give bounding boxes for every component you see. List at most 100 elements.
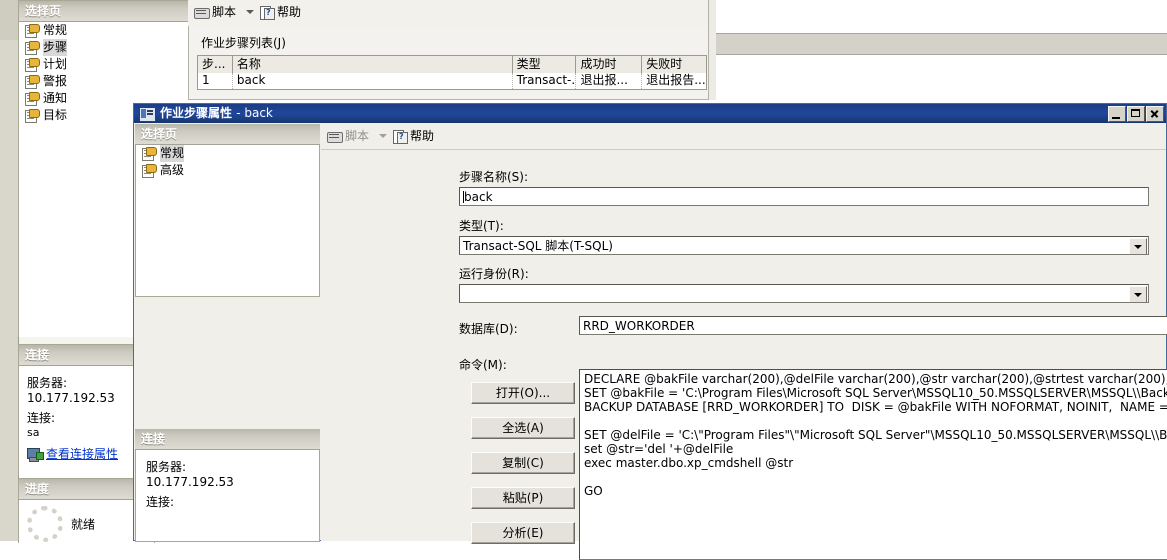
page-icon xyxy=(142,147,157,161)
type-value: Transact-SQL 脚本(T-SQL) xyxy=(463,239,613,253)
script-icon xyxy=(327,130,343,143)
command-value: DECLARE @bakFile varchar(200),@delFile v… xyxy=(584,372,1167,498)
dialog-title-sub: - back xyxy=(236,106,273,120)
column-header-type[interactable]: 类型 xyxy=(513,56,577,73)
maximize-button[interactable] xyxy=(1127,106,1145,122)
close-button[interactable] xyxy=(1146,106,1164,122)
progress-status: 就绪 xyxy=(71,517,96,532)
cell-step: 1 xyxy=(198,73,233,89)
run-as-field-group: 运行身份(R): xyxy=(459,265,1149,303)
minimize-button[interactable] xyxy=(1108,106,1126,122)
dialog-selection-page-panel: 选择页 常规 高级 xyxy=(135,124,320,297)
run-as-label: 运行身份(R): xyxy=(459,267,529,281)
steps-grid[interactable]: 步... 名称 类型 成功时 失败时 1 back Transact-... 退… xyxy=(197,55,707,90)
column-header-step[interactable]: 步... xyxy=(198,56,233,73)
column-header-on-success[interactable]: 成功时 xyxy=(576,56,643,73)
type-combobox[interactable]: Transact-SQL 脚本(T-SQL) xyxy=(459,236,1149,255)
page-icon xyxy=(25,41,40,55)
open-button[interactable]: 打开(O)... xyxy=(471,382,575,404)
command-buttons: 打开(O)... 全选(A) 复制(C) 粘贴(P) 分析(E) xyxy=(471,382,575,544)
dialog-toolbar: 脚本 ? 帮助 xyxy=(321,124,1167,152)
sidebar-item-alerts[interactable]: 警报 xyxy=(19,73,204,90)
background-right-blank xyxy=(716,0,1167,100)
cell-on-success: 退出报... xyxy=(576,73,643,89)
dialog-script-button[interactable]: 脚本 xyxy=(327,127,369,144)
steps-grid-header: 步... 名称 类型 成功时 失败时 xyxy=(198,56,706,73)
run-as-combobox[interactable] xyxy=(459,284,1149,303)
job-step-properties-dialog: 作业步骤属性 - back 选择页 常规 高级 连接 服务器: 10.177.1… xyxy=(133,103,1167,560)
background-help-label: 帮助 xyxy=(277,5,302,19)
sidebar-item-label: 通知 xyxy=(43,91,68,105)
job-step-properties-icon xyxy=(139,107,156,122)
view-connection-properties-label: 查看连接属性 xyxy=(46,447,119,461)
cell-type: Transact-... xyxy=(513,73,577,89)
background-toolbar: 脚本? 帮助 xyxy=(188,0,716,29)
connection-properties-icon xyxy=(27,448,44,462)
type-field-group: 类型(T): Transact-SQL 脚本(T-SQL) xyxy=(459,217,1149,255)
progress-spinner-icon xyxy=(27,506,63,542)
dialog-connection-header: 连接 xyxy=(135,429,320,450)
page-icon xyxy=(25,58,40,72)
script-icon xyxy=(194,6,210,19)
step-name-input[interactable]: back xyxy=(459,187,1149,206)
dialog-title: 作业步骤属性 - back xyxy=(160,104,273,123)
chevron-down-icon[interactable] xyxy=(379,133,388,138)
background-band xyxy=(716,33,1167,55)
database-combobox[interactable]: RRD_WORKORDER xyxy=(579,316,1167,335)
sidebar-item-label: 目标 xyxy=(43,108,68,122)
dialog-script-label: 脚本 xyxy=(345,129,370,143)
paste-button[interactable]: 粘贴(P) xyxy=(471,487,575,509)
database-label: 数据库(D): xyxy=(459,322,518,336)
background-left-strip xyxy=(0,0,19,541)
dialog-title-bar[interactable]: 作业步骤属性 - back xyxy=(134,104,1166,123)
chevron-down-icon[interactable] xyxy=(1129,286,1147,302)
table-row[interactable]: 1 back Transact-... 退出报... 退出报告... xyxy=(198,73,706,89)
column-header-on-failure[interactable]: 失败时 xyxy=(642,56,706,73)
window-buttons xyxy=(1107,106,1164,125)
sidebar-item-label: 计划 xyxy=(43,57,68,71)
background-selection-page-header: 选择页 xyxy=(19,1,204,22)
command-label: 命令(M): xyxy=(459,358,507,372)
sidebar-item-general[interactable]: 常规 xyxy=(19,22,204,39)
copy-button[interactable]: 复制(C) xyxy=(471,452,575,474)
dialog-server-value: 10.177.192.53 xyxy=(146,475,234,489)
background-script-button[interactable]: 脚本 xyxy=(194,3,236,20)
page-icon xyxy=(25,75,40,89)
dialog-sidebar-item-advanced[interactable]: 高级 xyxy=(136,162,319,179)
page-icon xyxy=(25,109,40,123)
dialog-connection-body: 服务器: 10.177.192.53 连接: xyxy=(135,450,320,542)
page-icon xyxy=(25,92,40,106)
sidebar-item-schedules[interactable]: 计划 xyxy=(19,56,204,73)
help-icon: ? xyxy=(260,6,276,20)
sidebar-item-label: 常规 xyxy=(43,23,68,37)
background-help-button[interactable]: ? 帮助 xyxy=(260,3,301,20)
select-all-button[interactable]: 全选(A) xyxy=(471,417,575,439)
dialog-sidebar-item-label: 常规 xyxy=(160,145,185,162)
background-script-label: 脚本 xyxy=(212,5,237,19)
background-steps-area: 作业步骤列表(J) 步... 名称 类型 成功时 失败时 1 back Tran… xyxy=(188,26,716,100)
dialog-toolbar-separator xyxy=(321,149,1166,150)
dialog-sidebar-item-general[interactable]: 常规 xyxy=(136,145,319,162)
dialog-help-button[interactable]: ? 帮助 xyxy=(393,127,434,144)
sidebar-item-steps[interactable]: 步骤 xyxy=(19,39,204,56)
step-name-value: back xyxy=(464,190,493,204)
page-icon xyxy=(142,164,157,178)
column-header-name[interactable]: 名称 xyxy=(233,56,513,73)
background-left-strip-top xyxy=(0,0,18,40)
cell-name: back xyxy=(233,73,513,89)
dialog-connection-panel: 连接 服务器: 10.177.192.53 连接: xyxy=(135,429,320,542)
dialog-sidebar-item-label: 高级 xyxy=(160,163,185,177)
chevron-down-icon[interactable] xyxy=(246,9,255,14)
chevron-down-icon[interactable] xyxy=(1129,238,1147,254)
dialog-help-label: 帮助 xyxy=(410,129,435,143)
dialog-title-text: 作业步骤属性 xyxy=(160,106,233,120)
step-name-field-group: 步骤名称(S): back xyxy=(459,168,1149,206)
dialog-connection-label: 连接: xyxy=(146,495,175,509)
type-label: 类型(T): xyxy=(459,219,504,233)
step-name-label: 步骤名称(S): xyxy=(459,170,529,184)
dialog-selection-page-list[interactable]: 常规 高级 xyxy=(135,145,320,297)
steps-grid-caption: 作业步骤列表(J) xyxy=(201,36,286,50)
command-textarea[interactable]: DECLARE @bakFile varchar(200),@delFile v… xyxy=(579,369,1167,560)
dialog-selection-page-header: 选择页 xyxy=(135,124,320,145)
sidebar-item-label: 步骤 xyxy=(43,39,68,56)
